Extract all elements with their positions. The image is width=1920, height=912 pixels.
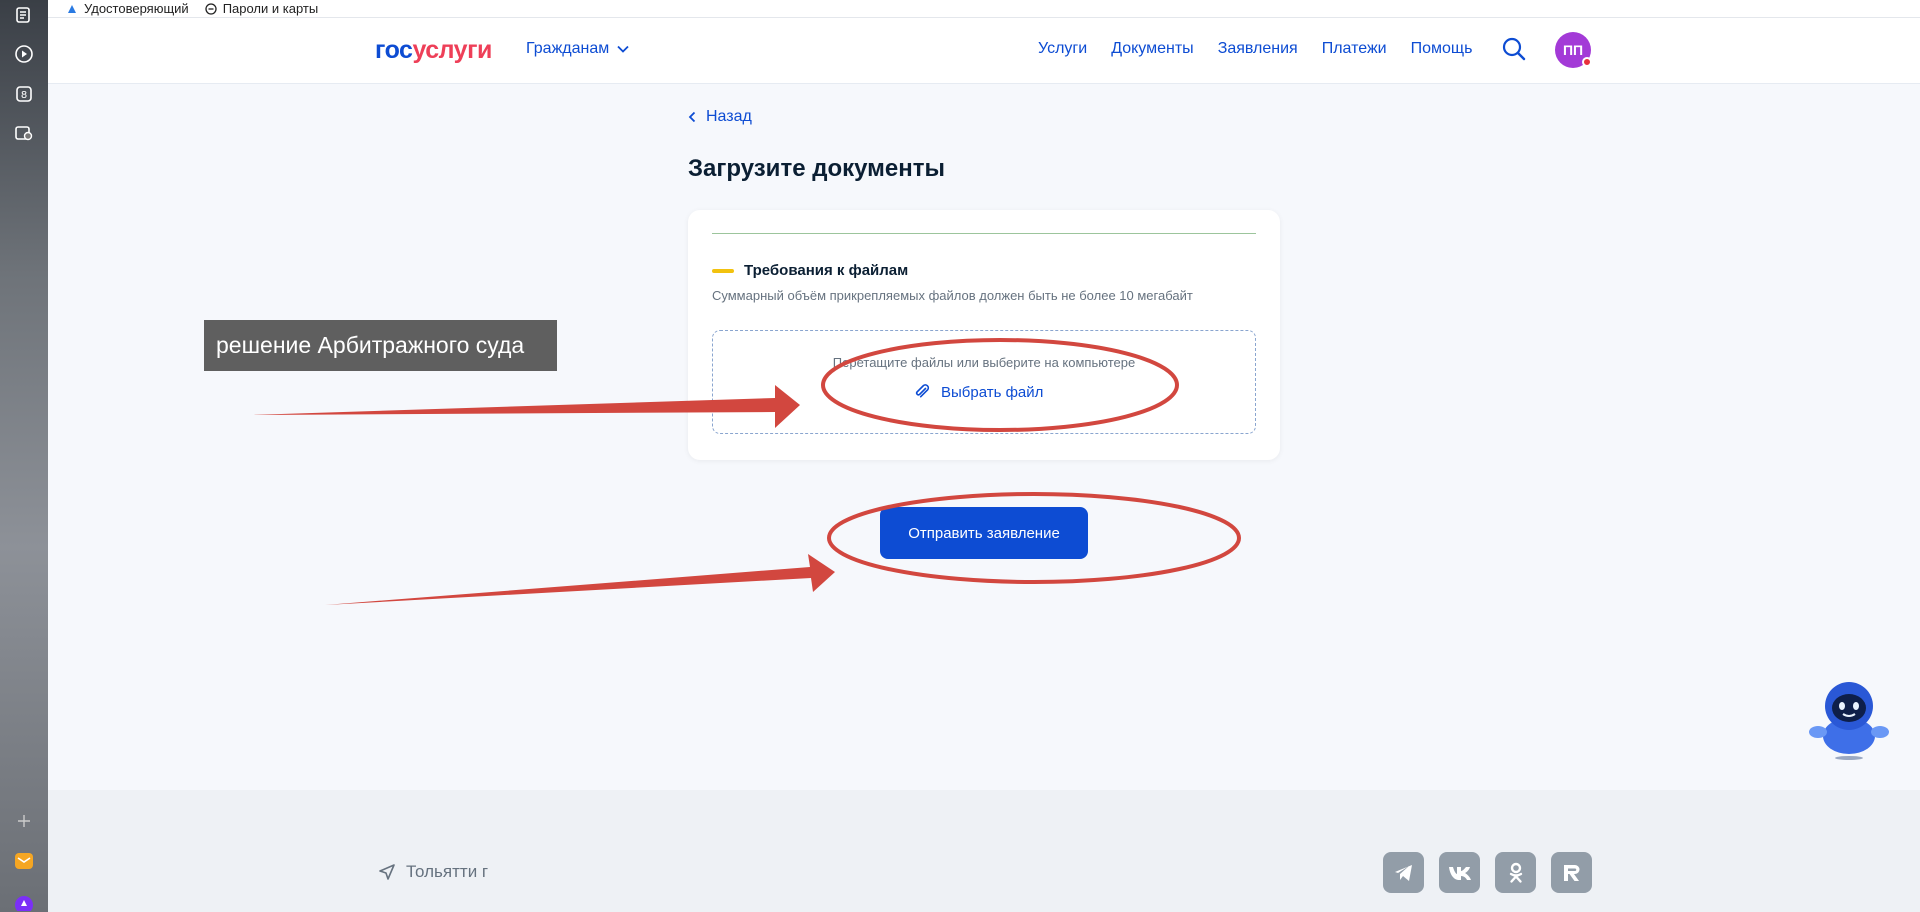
- user-avatar[interactable]: ПП: [1555, 32, 1592, 68]
- logo-part-uslugi: услуги: [412, 36, 492, 64]
- notification-dot: [1582, 57, 1592, 67]
- card-divider: [712, 233, 1256, 234]
- requirements-title: Требования к файлам: [744, 262, 909, 279]
- annotation-label: решение Арбитражного суда: [204, 320, 557, 371]
- social-links: [1383, 852, 1592, 893]
- screenshot-icon[interactable]: [13, 122, 35, 144]
- requirements-text: Суммарный объём прикрепляемых файлов дол…: [712, 288, 1193, 303]
- bookmark-certificate[interactable]: Удостоверяющий: [66, 1, 189, 16]
- gosuslugi-logo[interactable]: госуслуги: [375, 36, 492, 65]
- alice-icon[interactable]: [13, 890, 35, 912]
- telegram-icon[interactable]: [1383, 852, 1424, 893]
- location-arrow-icon: [379, 864, 395, 880]
- counter-icon[interactable]: 8: [13, 83, 35, 105]
- mail-icon[interactable]: [13, 850, 35, 872]
- nav-help[interactable]: Помощь: [1411, 40, 1473, 58]
- annotation-arrow-lower: [325, 554, 835, 605]
- vk-icon[interactable]: [1439, 852, 1480, 893]
- choose-file-button[interactable]: Выбрать файл: [913, 383, 1043, 401]
- nav-payments[interactable]: Платежи: [1322, 40, 1387, 58]
- tabs-icon[interactable]: [13, 4, 35, 26]
- add-icon[interactable]: [13, 810, 35, 832]
- search-icon[interactable]: [1501, 36, 1527, 62]
- logo-part-gos: гос: [375, 36, 413, 64]
- dropzone-hint: Перетащите файлы или выберите на компьют…: [832, 355, 1136, 370]
- avatar-initials: ПП: [1562, 42, 1584, 58]
- back-label: Назад: [706, 108, 752, 125]
- play-icon[interactable]: [13, 43, 35, 65]
- city-selector[interactable]: Тольятти г: [378, 862, 488, 882]
- nav-services[interactable]: Услуги: [1038, 40, 1087, 58]
- chevron-left-icon: [688, 111, 696, 123]
- site-footer: Тольятти г: [48, 790, 1920, 912]
- bookmark-passwords[interactable]: Пароли и карты: [205, 1, 319, 16]
- requirements-marker: [712, 269, 734, 273]
- assistant-robot-icon[interactable]: [1806, 678, 1892, 760]
- upload-card: Требования к файлам Суммарный объём прик…: [688, 210, 1280, 460]
- top-navigation: Услуги Документы Заявления Платежи Помощ…: [1038, 40, 1472, 58]
- submit-application-button[interactable]: Отправить заявление: [880, 507, 1088, 559]
- choose-file-label: Выбрать файл: [941, 383, 1044, 401]
- browser-sidebar: 8: [0, 0, 48, 912]
- nav-documents[interactable]: Документы: [1111, 40, 1193, 58]
- citizens-dropdown[interactable]: Гражданам: [526, 40, 629, 58]
- password-key-icon: [205, 2, 217, 15]
- bookmarks-bar: Удостоверяющий Пароли и карты: [48, 0, 1920, 18]
- bookmark-label: Пароли и карты: [222, 1, 319, 16]
- svg-text:8: 8: [21, 90, 27, 101]
- back-link[interactable]: Назад: [688, 108, 752, 126]
- chevron-down-icon: [617, 45, 629, 53]
- paperclip-icon: [915, 384, 930, 398]
- site-header: госуслуги Гражданам Услуги Документы Зая…: [48, 18, 1920, 84]
- ok-icon[interactable]: [1495, 852, 1536, 893]
- nav-applications[interactable]: Заявления: [1218, 40, 1298, 58]
- bookmark-label: Удостоверяющий: [84, 1, 189, 16]
- file-dropzone[interactable]: Перетащите файлы или выберите на компьют…: [712, 330, 1256, 434]
- citizens-label: Гражданам: [526, 40, 610, 57]
- rutube-icon[interactable]: [1551, 852, 1592, 893]
- bookmark-favicon-icon: [68, 4, 76, 13]
- page-title: Загрузите документы: [688, 155, 945, 182]
- city-label: Тольятти г: [406, 862, 489, 881]
